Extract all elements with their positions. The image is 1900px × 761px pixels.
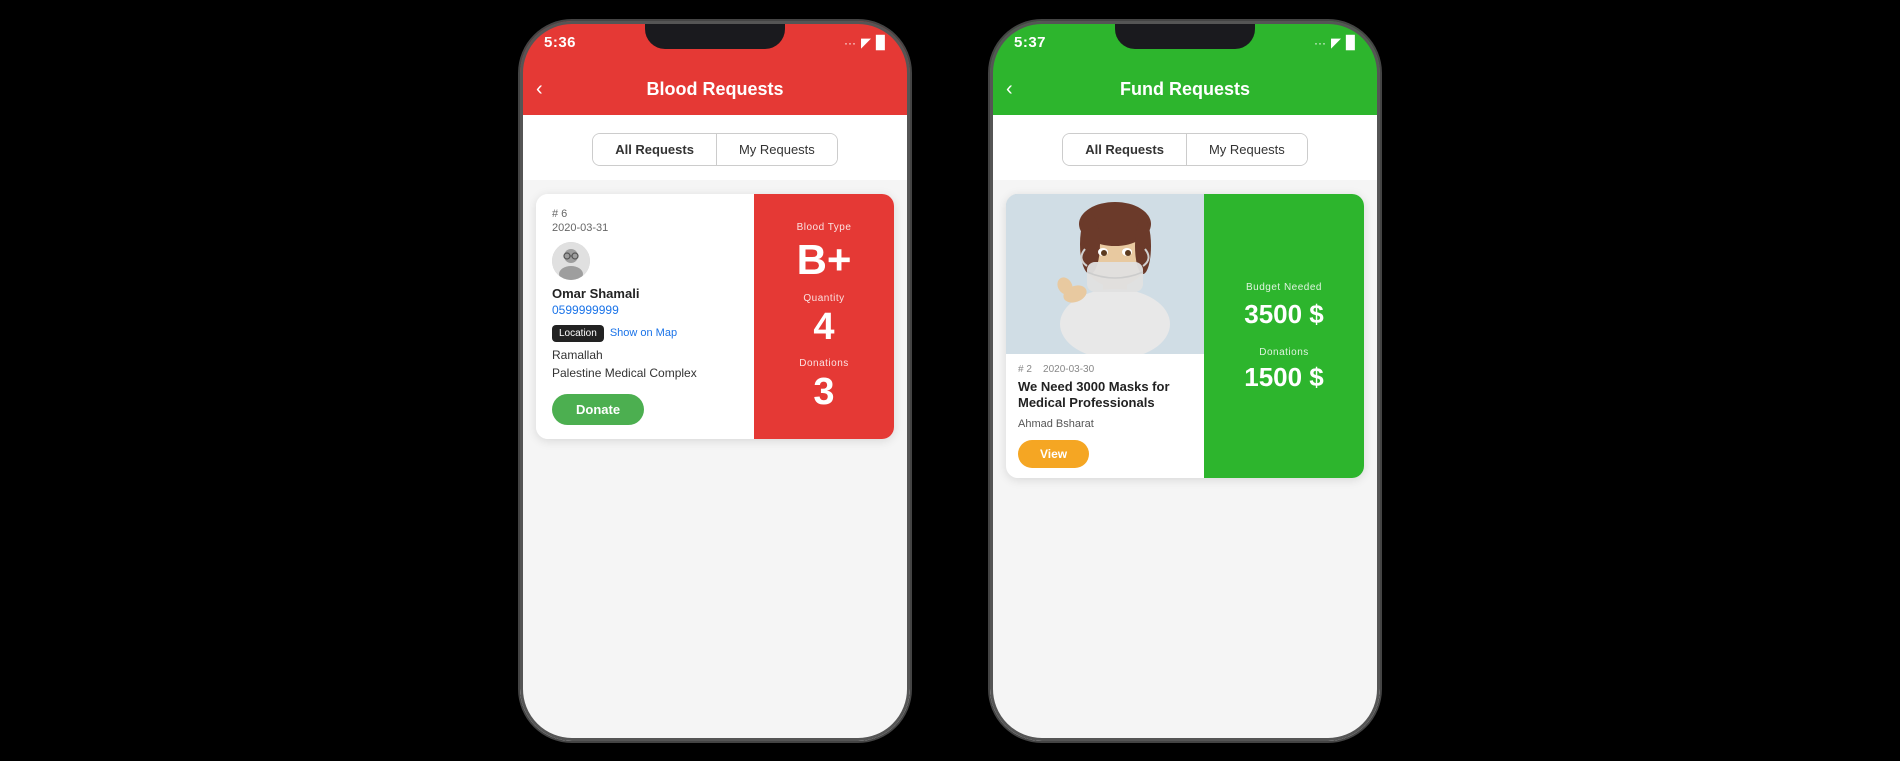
status-time-2: 5:37	[1014, 34, 1046, 51]
signal-dots-2: ···	[1314, 36, 1326, 50]
screen-content-2: All Requests My Requests	[990, 115, 1380, 741]
fund-card-image	[1006, 194, 1204, 354]
tab-group-1: All Requests My Requests	[592, 133, 838, 166]
budget-needed-value: 3500 $	[1244, 301, 1324, 327]
person-name: Omar Shamali	[552, 286, 740, 301]
donations-label-1: Donations	[799, 358, 849, 369]
notch-1	[645, 21, 785, 49]
fund-date: 2020-03-30	[1043, 364, 1094, 375]
fund-number: # 2	[1018, 364, 1032, 375]
toggle-tabs-2: All Requests My Requests	[990, 115, 1380, 180]
battery-icon-1: ▉	[876, 35, 886, 51]
donations-label-2: Donations	[1259, 347, 1309, 358]
header-title-1: Blood Requests	[646, 79, 783, 100]
donations-value-2: 1500 $	[1244, 364, 1324, 390]
location-name: Ramallah	[552, 348, 740, 362]
blood-card-right: Blood Type B+ Quantity 4 Donations 3	[754, 194, 894, 439]
donations-value-1: 3	[813, 373, 834, 411]
header-title-2: Fund Requests	[1120, 79, 1250, 100]
blood-type-value: B+	[797, 239, 852, 281]
back-button-1[interactable]: ‹	[536, 78, 543, 101]
tab-my-requests-1[interactable]: My Requests	[717, 134, 837, 165]
donate-button[interactable]: Donate	[552, 394, 644, 425]
battery-icon-2: ▉	[1346, 35, 1356, 51]
avatar-1	[552, 242, 590, 280]
tab-group-2: All Requests My Requests	[1062, 133, 1308, 166]
tab-all-requests-2[interactable]: All Requests	[1063, 134, 1187, 165]
fund-number-date: # 2 2020-03-30	[1018, 364, 1192, 375]
hospital-name: Palestine Medical Complex	[552, 366, 740, 380]
card-date: 2020-03-31	[552, 222, 740, 234]
wifi-icon-1: ◤	[861, 35, 871, 51]
status-time-1: 5:36	[544, 34, 576, 51]
blood-type-label: Blood Type	[797, 222, 852, 233]
status-icons-1: ··· ◤ ▉	[844, 35, 886, 51]
show-map-link[interactable]: Show on Map	[610, 327, 677, 339]
tab-all-requests-1[interactable]: All Requests	[593, 134, 717, 165]
status-icons-2: ··· ◤ ▉	[1314, 35, 1356, 51]
blood-card-left: # 6 2020-03-31	[536, 194, 754, 439]
view-button[interactable]: View	[1018, 440, 1089, 468]
back-button-2[interactable]: ‹	[1006, 78, 1013, 101]
phone-blood: 5:36 ··· ◤ ▉ ‹ Blood Requests All Reques…	[520, 21, 910, 741]
fund-card-right: Budget Needed 3500 $ Donations 1500 $	[1204, 194, 1364, 479]
scene: 5:36 ··· ◤ ▉ ‹ Blood Requests All Reques…	[0, 0, 1900, 761]
notch-2	[1115, 21, 1255, 49]
header-bar-2: ‹ Fund Requests	[990, 65, 1380, 115]
fund-card-left: # 2 2020-03-30 We Need 3000 Masks for Me…	[1006, 194, 1204, 479]
fund-author: Ahmad Bsharat	[1018, 418, 1192, 430]
header-bar-1: ‹ Blood Requests	[520, 65, 910, 115]
location-badge: Location	[552, 325, 604, 342]
signal-dots-1: ···	[844, 36, 856, 50]
location-row: Location Show on Map	[552, 325, 740, 342]
toggle-tabs-1: All Requests My Requests	[520, 115, 910, 180]
quantity-value: 4	[813, 308, 834, 346]
fund-request-card: # 2 2020-03-30 We Need 3000 Masks for Me…	[1006, 194, 1364, 479]
card-number: # 6	[552, 208, 740, 220]
tab-my-requests-2[interactable]: My Requests	[1187, 134, 1307, 165]
quantity-label: Quantity	[803, 293, 844, 304]
fund-card-info: # 2 2020-03-30 We Need 3000 Masks for Me…	[1006, 354, 1204, 479]
budget-needed-label: Budget Needed	[1246, 282, 1322, 293]
person-phone[interactable]: 0599999999	[552, 303, 740, 317]
screen-content-1: All Requests My Requests # 6 2020-03-31	[520, 115, 910, 741]
fund-title: We Need 3000 Masks for Medical Professio…	[1018, 379, 1192, 413]
phone-fund: 5:37 ··· ◤ ▉ ‹ Fund Requests All Request…	[990, 21, 1380, 741]
wifi-icon-2: ◤	[1331, 35, 1341, 51]
blood-request-card: # 6 2020-03-31	[536, 194, 894, 439]
